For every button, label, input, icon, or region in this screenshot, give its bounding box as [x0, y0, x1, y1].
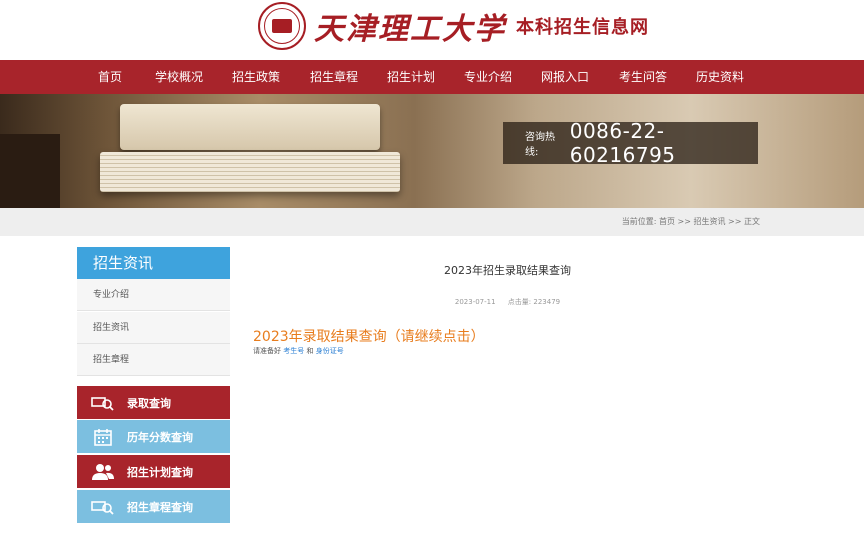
article-note: 请准备好 考生号 和 身份证号	[253, 346, 344, 356]
nav-item-online-apply[interactable]: 网报入口	[541, 60, 589, 94]
article-views: 点击量: 223479	[508, 298, 560, 306]
breadcrumb[interactable]: 当前位置: 首页 >> 招生资讯 >> 正文	[622, 208, 760, 236]
article-title: 2023年招生录取结果查询	[444, 264, 571, 277]
hotline-box: 咨询热线: 0086-22-60216795	[503, 119, 758, 167]
article-date: 2023-07-11	[454, 298, 496, 306]
school-name: 天津理工大学	[314, 12, 506, 47]
nav-item-plan[interactable]: 招生计划	[387, 60, 435, 94]
score-history-label: 历年分数查询	[127, 430, 193, 444]
note-id-number: 身份证号	[315, 347, 344, 355]
nav-item-faq[interactable]: 考生问答	[619, 60, 667, 94]
banner-book-image	[120, 104, 380, 150]
nav-item-home[interactable]: 首页	[98, 60, 122, 94]
banner-book-image	[100, 152, 400, 192]
search-card-icon	[91, 498, 115, 516]
admission-query-label: 录取查询	[127, 396, 171, 410]
note-exam-number: 考生号	[283, 347, 305, 355]
search-card-icon	[91, 394, 115, 412]
users-icon	[91, 463, 115, 481]
charter-query-label: 招生章程查询	[127, 500, 193, 514]
sidebar-item-news[interactable]: 招生资讯	[77, 312, 230, 344]
hotline-number: 0086-22-60216795	[569, 119, 676, 167]
calendar-icon	[91, 428, 115, 446]
university-seal-icon	[258, 2, 306, 50]
hotline-label: 咨询热线:	[525, 132, 555, 158]
note-and: 和	[306, 347, 314, 355]
plan-query-button[interactable]: 招生计划查询	[77, 455, 230, 488]
sidebar-title: 招生资讯	[77, 247, 230, 279]
site-name: 本科招生信息网	[516, 17, 649, 38]
logo[interactable]: 天津理工大学 本科招生信息网	[258, 2, 649, 50]
charter-query-button[interactable]: 招生章程查询	[77, 490, 230, 523]
banner-book-image	[0, 134, 60, 208]
nav-item-majors[interactable]: 专业介绍	[464, 60, 512, 94]
score-history-button[interactable]: 历年分数查询	[77, 420, 230, 453]
note-prefix: 请准备好	[253, 347, 281, 355]
sidebar-item-charter[interactable]: 招生章程	[77, 344, 230, 376]
views-count: 223479	[533, 298, 561, 306]
main-nav: 首页 学校概况 招生政策 招生章程 招生计划 专业介绍 网报入口 考生问答 历史…	[0, 60, 864, 94]
sidebar-item-majors[interactable]: 专业介绍	[77, 279, 230, 311]
admission-query-button[interactable]: 录取查询	[77, 386, 230, 419]
site-header: 天津理工大学 本科招生信息网	[0, 0, 864, 60]
results-query-link[interactable]: 2023年录取结果查询（请继续点击）	[253, 326, 485, 346]
nav-item-overview[interactable]: 学校概况	[155, 60, 203, 94]
plan-query-label: 招生计划查询	[127, 465, 193, 479]
article-meta: 2023-07-11 点击量: 223479	[255, 297, 760, 307]
breadcrumb-bar: 当前位置: 首页 >> 招生资讯 >> 正文	[0, 208, 864, 236]
nav-item-charter[interactable]: 招生章程	[310, 60, 358, 94]
nav-item-policy[interactable]: 招生政策	[232, 60, 280, 94]
nav-item-history[interactable]: 历史资料	[696, 60, 744, 94]
banner: 咨询热线: 0086-22-60216795	[0, 94, 864, 208]
views-label: 点击量:	[507, 298, 532, 306]
